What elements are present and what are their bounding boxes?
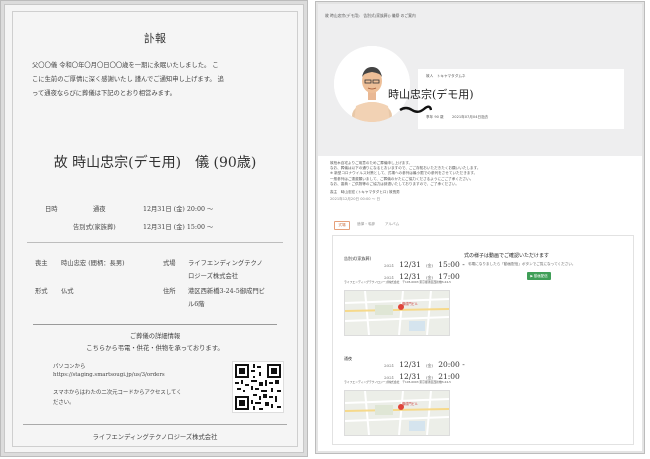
notice-title: 訃報 (144, 32, 166, 45)
pc-url[interactable]: https://staging.smartsougi.jp/us/3/order… (53, 372, 165, 378)
redaction-scribble (399, 105, 432, 113)
video-sub: 弔電になりましたら「動画配信」ボタンでご覧になってください。 (468, 262, 576, 266)
venue-line: ロジーズ株式会社 (188, 273, 239, 280)
kana-name: 故人 トキヤマタダムネ (426, 74, 466, 78)
form-label: 形式 (35, 288, 48, 295)
notice-frame: 訃報 父〇〇儀 令和〇年〇月〇日〇〇歳を一期に永眠いたしました。 こ こに生前の… (12, 11, 298, 447)
address-line: 港区西新橋3-24-5御成門ビ (188, 288, 265, 295)
venue-line: ライフエンディングテクノ (188, 260, 263, 267)
place-text: ライフエンディングテクノロジーズ株式会社 〒105-0003 東京都港区西新橋3… (344, 380, 451, 384)
section-label: 告別式(家族葬) (344, 256, 372, 261)
chief-mourner-label: 喪主 (35, 260, 48, 267)
section-label: 通夜 (344, 356, 352, 361)
pc-label: パソコンから (53, 364, 86, 370)
deceased-name: 故 時山忠宗(デモ用) 儀 (90歳) (53, 155, 257, 171)
message-line: なお、香典・ご供物等のご協力は辞退いたしておりますので、ご了承ください。 (330, 181, 460, 186)
map-pin-label: 御成門ビル (402, 302, 418, 306)
venue-label: 式場 (163, 260, 176, 267)
chief-mourner: 時山忠宏 (間柄：長男) (61, 260, 125, 267)
video-button[interactable]: ▶ 動画配信 (527, 272, 551, 280)
place-text: ライフエンディングテクノロジーズ株式会社 〒105-0003 東京都港区西新橋3… (344, 280, 451, 284)
map[interactable] (344, 290, 450, 336)
phone-note: スマホからはわたの二次元コードからアクセスしてく (53, 390, 182, 396)
notice-body-line: 父〇〇儀 令和〇年〇月〇日〇〇歳を一期に永眠いたしました。 こ (32, 62, 219, 69)
divider (33, 324, 277, 325)
qr-code[interactable] (232, 361, 284, 413)
map-pin-label: 御成門ビル (402, 402, 418, 406)
greeting-message: 故柏木自宅よりご用意のためご葬儀申し上げます。 なお、葬儀は以下の通りになるとお… (330, 161, 600, 202)
tab-venue[interactable]: 式場 (334, 221, 350, 230)
divider (23, 424, 287, 425)
schedule-label: 日時 (45, 206, 58, 213)
death-date: 2021年07月04日逝去 (452, 115, 489, 119)
form-value: 仏式 (61, 288, 74, 295)
phone-note: ださい。 (53, 400, 75, 406)
info-sub: こちらから弔電・供花・供物を承っております。 (86, 345, 224, 352)
schedule-event: 通夜 (93, 206, 106, 213)
message-date: 2021年12月20日 00:00 〜 日 (330, 197, 381, 202)
deceased-name-web: 時山忠宗(デモ用) (388, 88, 474, 101)
address-line: ル6階 (188, 301, 205, 308)
profile-header: 故 時山忠宗(デモ用) 告別式(家族葬)) 儀祭 のご案内 故人 トキヤマタダム… (318, 4, 642, 156)
company-footer: ライフエンディングテクノロジーズ株式会社 (92, 434, 218, 441)
tab-album[interactable]: アルバム (382, 221, 402, 228)
web-page-panel: 故 時山忠宗(デモ用) 告別式(家族葬)) 儀祭 のご案内 故人 トキヤマタダム… (318, 4, 642, 451)
schedule-datetime: 12月31日 (金) 20:00 〜 (143, 206, 214, 213)
divider (27, 242, 283, 243)
schedule-event: 告別式(家族葬) (73, 224, 116, 231)
page-title: 故 時山忠宗(デモ用) 告別式(家族葬)) 儀祭 のご案内 (325, 13, 416, 18)
notice-body-line: って通夜ならびに葬儀は下記のとおり相営みます。 (32, 90, 176, 97)
age: 享年 90 歳 (426, 115, 444, 119)
notice-body-line: こに生前のご厚情に深く感謝いたし 謹んでご通知申し上げます。 追 (32, 76, 224, 83)
video-heading: 式の様子は動画でご確認いただけます (464, 253, 550, 259)
message-sign: 喪主 時山忠宏 (トキヤマタダヒロ) 故長男 (330, 190, 400, 195)
notice-panel: 訃報 父〇〇儀 令和〇年〇月〇日〇〇歳を一期に永眠いたしました。 こ こに生前の… (4, 4, 304, 453)
tab-condolences[interactable]: 追悼・弔辞 (354, 221, 378, 228)
map[interactable] (344, 390, 450, 436)
info-heading: ご葬儀の詳細情報 (129, 333, 181, 340)
address-label: 住所 (163, 288, 176, 295)
schedule-datetime: 12月31日 (金) 15:00 〜 (143, 224, 214, 231)
